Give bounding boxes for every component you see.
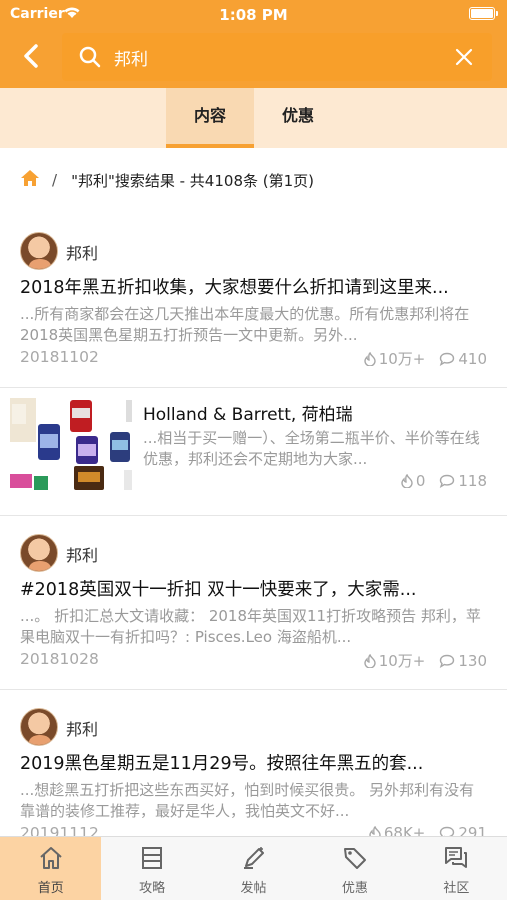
- status-bar: Carrier 1:08 PM: [0, 0, 507, 28]
- tag-icon: [343, 848, 366, 869]
- search-result-summary: "邦利"搜索结果 - 共4108条 (第1页): [71, 171, 315, 190]
- list-item[interactable]: 邦利 #2018英国双十一折扣 双十一快要来了，大家需... ...。 折扣汇总…: [0, 516, 507, 690]
- list-item[interactable]: 邦利 2018年黑五折扣收集，大家想要什么折扣请到这里来... ...所有商家都…: [0, 214, 507, 388]
- tab-deals[interactable]: 优惠: [254, 88, 342, 148]
- back-button[interactable]: [14, 38, 50, 74]
- view-count: 10万+: [378, 350, 426, 368]
- comment-icon: [440, 352, 455, 366]
- close-icon[interactable]: [454, 47, 474, 71]
- search-bar: [62, 33, 492, 81]
- header-bar: Carrier 1:08 PM: [0, 0, 507, 88]
- community-icon: [445, 847, 468, 868]
- comment-count: 118: [458, 472, 487, 490]
- nav-guide[interactable]: 攻略: [101, 837, 202, 900]
- avatar[interactable]: [20, 708, 58, 746]
- breadcrumb-separator: /: [52, 171, 58, 189]
- flame-icon: [364, 351, 376, 366]
- chevron-left-icon: [24, 44, 38, 68]
- breadcrumb: / "邦利"搜索结果 - 共4108条 (第1页): [20, 168, 314, 192]
- post-stats: 10万+ 130: [364, 650, 487, 671]
- post-title[interactable]: 2018年黑五折扣收集，大家想要什么折扣请到这里来...: [20, 274, 490, 299]
- comment-count: 130: [458, 651, 487, 670]
- avatar[interactable]: [20, 534, 58, 572]
- comment-icon: [440, 654, 455, 668]
- author-name[interactable]: 邦利: [66, 240, 98, 264]
- compose-icon: [243, 847, 264, 869]
- nav-community-label: 社区: [443, 881, 470, 896]
- nav-deals-label: 优惠: [341, 881, 368, 896]
- bottom-tab-bar: 首页 攻略 发帖 优惠 社区: [0, 836, 507, 900]
- product-image[interactable]: [10, 396, 134, 494]
- search-input[interactable]: [114, 41, 434, 73]
- product-card[interactable]: Holland & Barrett, 荷柏瑞 ...相当于买一赠一）、全场第二瓶…: [0, 388, 507, 516]
- post-title[interactable]: 2019黑色星期五是11月29号。按照往年黑五的套...: [20, 750, 490, 775]
- content-tabs: 内容 优惠: [0, 88, 507, 148]
- comment-icon: [440, 474, 455, 488]
- view-count: 0: [415, 472, 426, 490]
- battery-icon: [469, 7, 498, 20]
- flame-icon: [401, 474, 413, 488]
- nav-home-label: 首页: [37, 881, 64, 896]
- nav-community[interactable]: 社区: [406, 837, 507, 900]
- product-excerpt: ...相当于买一赠一）、全场第二瓶半价、半价等在线优惠，邦利还会不定期地为大家.…: [143, 429, 480, 468]
- nav-compose-label: 发帖: [240, 881, 267, 896]
- post-date: 20181102: [20, 348, 99, 366]
- nav-home[interactable]: 首页: [0, 837, 102, 900]
- nav-guide-label: 攻略: [139, 881, 166, 896]
- product-stats: 0 118: [401, 472, 487, 490]
- result-list: 邦利 2018年黑五折扣收集，大家想要什么折扣请到这里来... ...所有商家都…: [0, 214, 507, 864]
- author-name[interactable]: 邦利: [66, 542, 98, 566]
- guide-icon: [142, 847, 163, 869]
- author-name[interactable]: 邦利: [66, 716, 98, 740]
- view-count: 10万+: [378, 652, 426, 670]
- search-icon: [78, 45, 102, 73]
- post-date: 20181028: [20, 650, 99, 668]
- avatar[interactable]: [20, 232, 58, 270]
- post-excerpt: ...想趁黑五打折把这些东西买好，怕到时候买很贵。 另外邦利有没有靠谱的装修工推…: [20, 781, 475, 820]
- comment-count: 410: [458, 349, 487, 368]
- post-excerpt: ...。 折扣汇总大文请收藏： 2018年英国双11打折攻略预告 邦利，苹果电脑…: [20, 607, 481, 646]
- flame-icon: [364, 653, 376, 668]
- nav-deals[interactable]: 优惠: [304, 837, 405, 900]
- post-stats: 10万+ 410: [364, 348, 487, 369]
- home-icon: [40, 847, 62, 869]
- product-title[interactable]: Holland & Barrett, 荷柏瑞: [143, 400, 353, 425]
- post-excerpt: ...所有商家都会在这几天推出本年度最大的优惠。所有优惠邦利将在 2018英国黑…: [20, 305, 470, 344]
- home-icon[interactable]: [20, 169, 40, 191]
- post-title[interactable]: #2018英国双十一折扣 双十一快要来了，大家需...: [20, 576, 490, 601]
- tab-content[interactable]: 内容: [166, 88, 254, 148]
- nav-compose[interactable]: 发帖: [203, 837, 304, 900]
- clock-time: 1:08 PM: [219, 6, 288, 24]
